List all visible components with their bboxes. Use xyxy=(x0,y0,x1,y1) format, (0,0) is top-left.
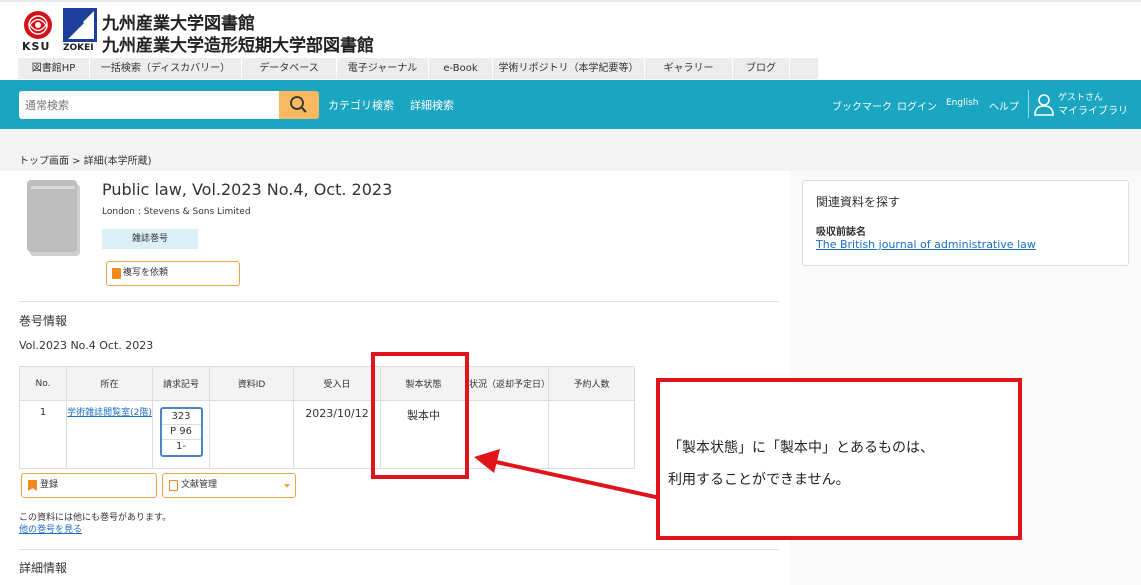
register-button[interactable]: 登録 xyxy=(21,473,157,498)
export-icon xyxy=(169,480,178,491)
annotation-text: 「製本状態」に「製本中」とあるものは、 利用することができません。 xyxy=(668,432,1018,496)
copy-request-label: 複写を依頼 xyxy=(123,268,169,278)
former-title-link[interactable]: The British journal of administrative la… xyxy=(816,238,1036,251)
zokei-logo-icon[interactable] xyxy=(63,8,97,42)
cell-received: 2023/10/12 xyxy=(293,400,381,469)
holdings-table: No. 所在 請求記号 資料ID 受入日 製本状態 状況（返却予定日） 予約人数… xyxy=(19,366,635,469)
top-divider xyxy=(0,0,1141,2)
menu-item-repository[interactable]: 学術リポジトリ（本学紀要等） xyxy=(493,58,645,79)
menu-item-database[interactable]: データベース xyxy=(242,58,337,79)
menu-item-discovery[interactable]: 一括検索（ディスカバリー） xyxy=(90,58,242,79)
col-header-call-number: 請求記号 xyxy=(152,366,210,401)
library-name-junior-college[interactable]: 九州産業大学造形短期大学部図書館 xyxy=(102,31,374,56)
category-search-link[interactable]: カテゴリ検索 xyxy=(328,97,394,113)
col-header-received: 受入日 xyxy=(293,366,381,401)
call-number-line: 1- xyxy=(176,441,186,452)
related-materials-panel: 関連資料を探す 吸収前誌名 The British journal of adm… xyxy=(802,180,1129,266)
col-header-no: No. xyxy=(19,366,67,401)
search-icon xyxy=(290,96,307,113)
annotation-line: 利用することができません。 xyxy=(668,472,850,488)
section-divider xyxy=(19,549,779,550)
col-header-status: 状況（返却予定日） xyxy=(466,366,550,401)
table-row: 1 学術雑誌閲覧室(2階) 323 P 96 1- 2023/10/12 製本中 xyxy=(19,400,635,469)
reference-manager-button[interactable]: 文献管理 xyxy=(162,473,296,498)
my-library-link[interactable]: マイライブラリ xyxy=(1058,102,1128,117)
bookmark-icon xyxy=(28,480,37,491)
material-type-badge: 雑誌巻号 xyxy=(102,229,198,249)
cell-reservations xyxy=(548,400,635,469)
search-input[interactable] xyxy=(19,91,279,119)
login-link[interactable]: ログイン xyxy=(897,98,937,113)
register-label: 登録 xyxy=(40,480,59,490)
former-title-label: 吸収前誌名 xyxy=(816,227,866,238)
global-menu: 図書館HP 一括検索（ディスカバリー） データベース 電子ジャーナル e-Boo… xyxy=(18,58,818,79)
details-heading: 詳細情報 xyxy=(19,561,68,575)
other-volumes-link[interactable]: 他の巻号を見る xyxy=(19,522,82,535)
location-link[interactable]: 学術雑誌閲覧室(2階) xyxy=(67,408,152,419)
chevron-down-icon xyxy=(284,484,290,488)
cell-no: 1 xyxy=(19,400,67,469)
menu-item-library-hp[interactable]: 図書館HP xyxy=(18,58,90,79)
volume-section-heading: 巻号情報 xyxy=(19,314,68,328)
menu-item-blog[interactable]: ブログ xyxy=(733,58,790,79)
menu-item-gallery[interactable]: ギャラリー xyxy=(645,58,733,79)
help-link[interactable]: ヘルプ xyxy=(989,98,1019,113)
record-publisher: London : Stevens & Sons Limited xyxy=(102,207,251,217)
site-header: KSU ZOKEI 九州産業大学図書館 九州産業大学造形短期大学部図書館 xyxy=(0,0,1141,58)
reference-manager-label: 文献管理 xyxy=(181,480,218,490)
col-header-location: 所在 xyxy=(66,366,153,401)
book-icon xyxy=(27,180,80,256)
ksu-wordmark: KSU xyxy=(22,40,51,53)
menu-item-ejournal[interactable]: 電子ジャーナル xyxy=(337,58,429,79)
advanced-search-link[interactable]: 詳細検索 xyxy=(410,97,454,113)
call-number-line: 323 xyxy=(161,410,201,425)
search-bar: カテゴリ検索 詳細検索 ブックマーク ログイン English ヘルプ ゲストさ… xyxy=(0,80,1141,129)
related-title: 関連資料を探す xyxy=(816,195,901,209)
breadcrumb[interactable]: トップ画面 > 詳細(本学所蔵) xyxy=(19,152,152,167)
copy-request-button[interactable]: 複写を依頼 xyxy=(106,261,240,286)
user-icon[interactable] xyxy=(1034,94,1054,116)
zokei-wordmark: ZOKEI xyxy=(63,43,94,53)
cell-material-id xyxy=(209,400,294,469)
binding-highlight-box xyxy=(371,352,469,479)
annotation-line: 「製本状態」に「製本中」とあるものは、 xyxy=(668,440,934,456)
user-divider xyxy=(1028,90,1029,118)
cell-location: 学術雑誌閲覧室(2階) xyxy=(66,400,153,469)
record-title: Public law, Vol.2023 No.4, Oct. 2023 xyxy=(102,180,393,199)
section-divider xyxy=(19,301,779,302)
call-number-label[interactable]: 323 P 96 1- xyxy=(159,407,203,457)
table-header-row: No. 所在 請求記号 資料ID 受入日 製本状態 状況（返却予定日） 予約人数 xyxy=(19,366,635,401)
bookmark-link[interactable]: ブックマーク xyxy=(832,98,892,113)
copy-icon xyxy=(112,268,121,279)
annotation-callout: 「製本状態」に「製本中」とあるものは、 利用することができません。 xyxy=(656,378,1022,540)
menu-item-ebook[interactable]: e-Book xyxy=(429,58,493,79)
call-number-line: P 96 xyxy=(161,425,201,440)
col-header-reservations: 予約人数 xyxy=(548,366,635,401)
col-header-material-id: 資料ID xyxy=(209,366,294,401)
english-link[interactable]: English xyxy=(946,98,979,108)
cell-status xyxy=(466,400,549,469)
breadcrumb-band xyxy=(0,129,1141,171)
cell-call-number: 323 P 96 1- xyxy=(152,400,210,469)
search-button[interactable] xyxy=(279,91,319,119)
volume-label: Vol.2023 No.4 Oct. 2023 xyxy=(19,339,154,352)
